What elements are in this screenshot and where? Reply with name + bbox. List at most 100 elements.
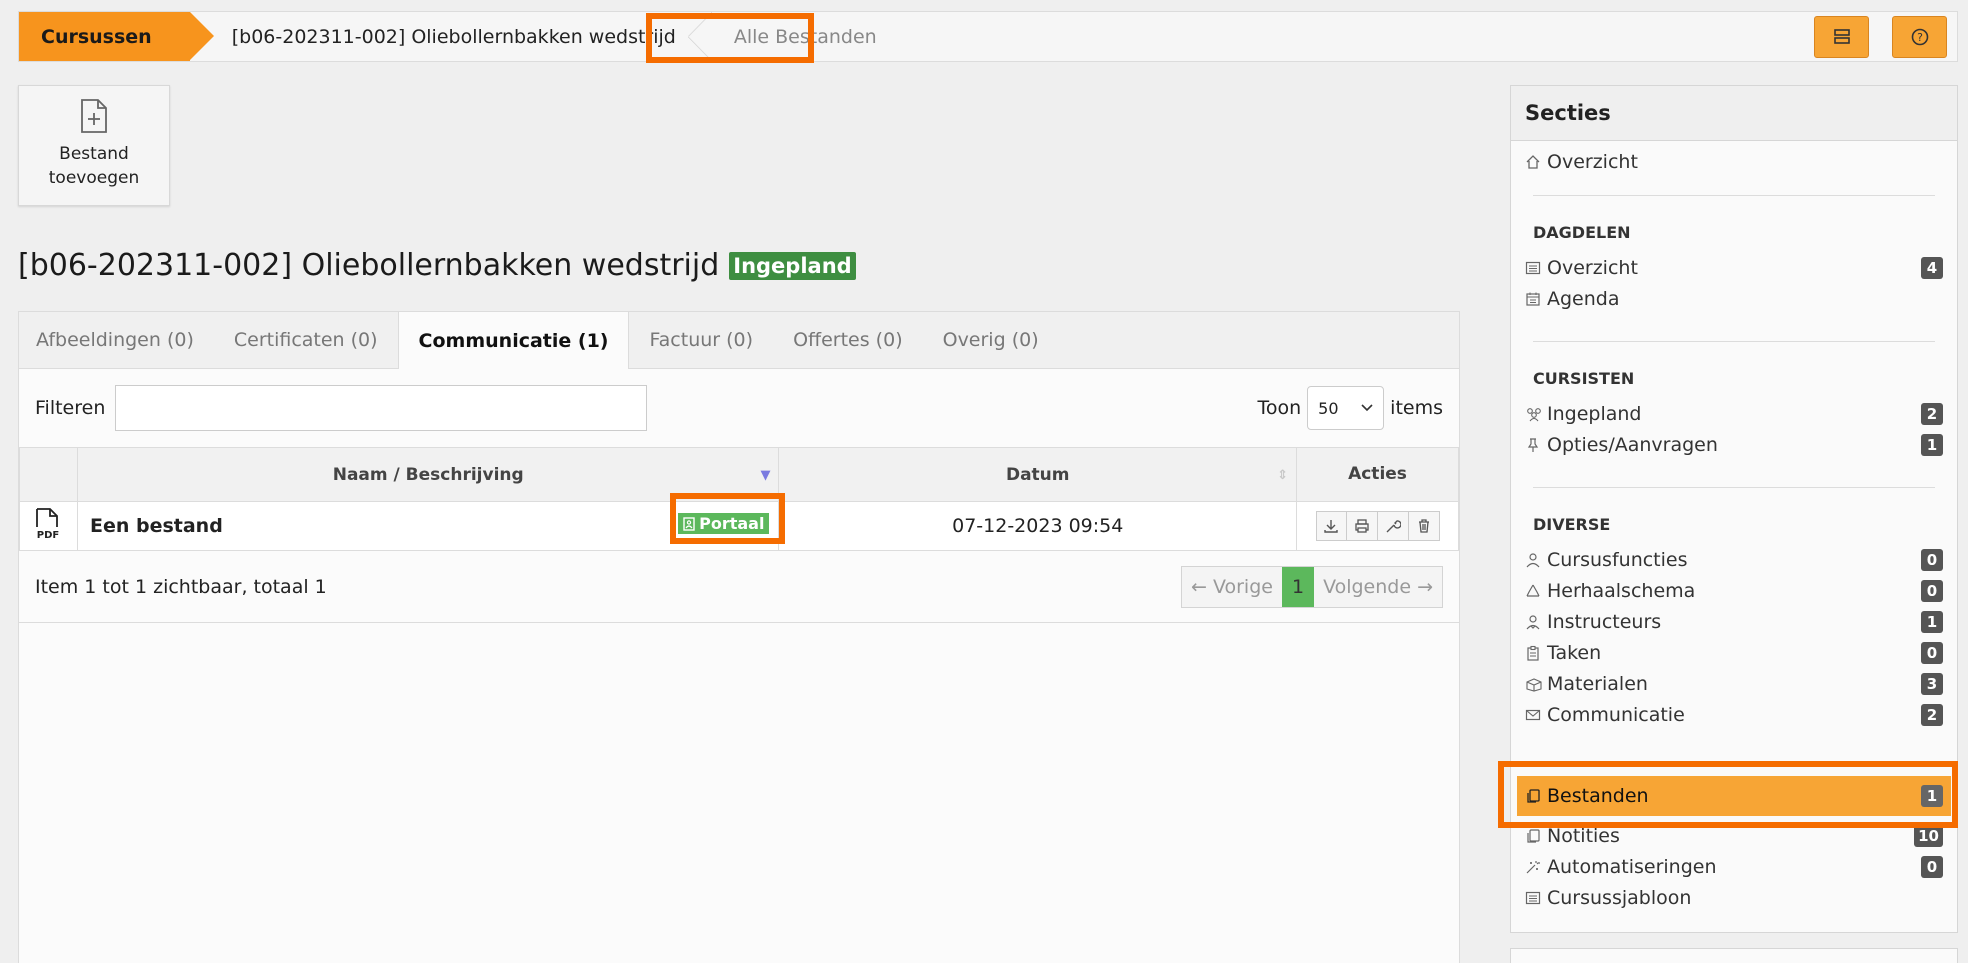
layout-icon	[1833, 29, 1850, 44]
list-icon	[1525, 260, 1547, 276]
sidebar-item-cursusfuncties[interactable]: Cursusfuncties 0	[1525, 545, 1943, 575]
breadcrumb-cursussen[interactable]: Cursussen	[19, 12, 214, 61]
file-name[interactable]: Een bestand	[90, 515, 223, 537]
tab-overig[interactable]: Overig (0)	[923, 312, 1059, 368]
count-badge: 4	[1921, 257, 1943, 279]
divider	[1533, 195, 1935, 196]
sidebar-item-label: Cursussjabloon	[1547, 887, 1692, 909]
files-table: Naam / Beschrijving ▼ Datum ⇕ Acties PDF…	[19, 447, 1459, 551]
sidebar-item-automatiseringen[interactable]: Automatiseringen 0	[1525, 852, 1943, 882]
table-footer: Item 1 tot 1 zichtbaar, totaal 1 ← Vorig…	[19, 551, 1459, 623]
tab-certificaten[interactable]: Certificaten (0)	[214, 312, 398, 368]
icon-column-header	[19, 447, 78, 502]
sidebar-item-label: Cursusfuncties	[1547, 549, 1688, 571]
portaal-badge: Portaal	[677, 512, 771, 535]
download-icon	[1324, 520, 1338, 533]
file-plus-icon	[81, 99, 107, 133]
sidebar-item-overzicht[interactable]: Overzicht	[1525, 147, 1943, 177]
tab-afbeeldingen[interactable]: Afbeeldingen (0)	[19, 312, 214, 368]
print-icon	[1354, 519, 1369, 533]
files-icon	[1525, 788, 1547, 804]
date-column-header[interactable]: Datum ⇕	[778, 447, 1298, 502]
calendar-icon	[1525, 291, 1547, 307]
page-size-select[interactable]: 50	[1307, 386, 1385, 430]
edit-button[interactable]	[1377, 511, 1409, 541]
sidebar-item-herhaalschema[interactable]: Herhaalschema 0	[1525, 576, 1943, 606]
status-badge: Ingepland	[729, 251, 856, 280]
filter-row: Filteren Toon 50 items	[19, 369, 1459, 447]
divider	[1533, 341, 1935, 342]
sidebar-item-materialen[interactable]: Materialen 3	[1525, 669, 1943, 699]
instructor-icon	[1525, 614, 1547, 630]
sidebar-item-label: Herhaalschema	[1547, 580, 1696, 602]
download-button[interactable]	[1315, 511, 1347, 541]
sidebar-item-opties-aanvragen[interactable]: Opties/Aanvragen 1	[1525, 430, 1943, 460]
sidebar-item-bestanden[interactable]: Bestanden 1	[1525, 781, 1943, 811]
pagination-summary: Item 1 tot 1 zichtbaar, totaal 1	[35, 575, 327, 598]
sidebar-item-label: Communicatie	[1547, 704, 1685, 726]
page-title: [b06-202311-002] Oliebollernbakken wedst…	[18, 248, 720, 283]
section-dagdelen: DAGDELEN	[1533, 223, 1631, 242]
next-page-button[interactable]: Volgende →	[1314, 566, 1442, 607]
sidebar-item-label: Agenda	[1547, 288, 1620, 310]
sidebar-item-label: Overzicht	[1547, 257, 1638, 279]
sidebar-item-ingepland[interactable]: Ingepland 2	[1525, 399, 1943, 429]
sidebar-item-instructeurs[interactable]: Instructeurs 1	[1525, 607, 1943, 637]
sidebar-item-label: Notities	[1547, 825, 1620, 847]
sidebar-item-label: Overzicht	[1547, 151, 1638, 173]
count-badge: 0	[1921, 580, 1943, 602]
toon-label: Toon	[1257, 397, 1302, 419]
sidebar-item-agenda[interactable]: Agenda	[1525, 284, 1943, 314]
home-icon	[1525, 154, 1547, 170]
pagination: ← Vorige 1 Volgende →	[1181, 565, 1443, 608]
file-name-cell: Een bestand Portaal	[76, 501, 780, 551]
envelope-icon	[1525, 707, 1547, 723]
sort-desc-icon: ▼	[760, 468, 771, 483]
sidebar-item-label: Opties/Aanvragen	[1547, 434, 1718, 456]
count-badge: 1	[1921, 785, 1943, 807]
sidebar-item-dagdelen-overzicht[interactable]: Overzicht 4	[1525, 253, 1943, 283]
files-panel: Afbeeldingen (0) Certificaten (0) Commun…	[18, 311, 1460, 963]
page-1-button[interactable]: 1	[1281, 566, 1315, 607]
actions-column-header: Acties	[1296, 447, 1459, 502]
person-icon	[1525, 552, 1547, 568]
sidebar-item-label: Instructeurs	[1547, 611, 1662, 633]
count-badge: 2	[1921, 403, 1943, 425]
sidebar-item-taken[interactable]: Taken 0	[1525, 638, 1943, 668]
count-badge: 2	[1921, 704, 1943, 726]
sidebar-title: Secties	[1511, 86, 1957, 141]
add-file-button[interactable]: Bestand toevoegen	[18, 85, 170, 206]
file-actions-cell	[1296, 501, 1459, 551]
portal-icon	[683, 516, 695, 531]
sort-both-icon: ⇕	[1277, 468, 1289, 483]
count-badge: 0	[1921, 642, 1943, 664]
count-badge: 10	[1914, 825, 1943, 847]
sidebar-item-label: Bestanden	[1547, 785, 1649, 807]
table-row[interactable]: PDF Een bestand Portaal 07-12-2023 09:54	[19, 501, 1459, 551]
sidebar-item-label: Materialen	[1547, 673, 1648, 695]
date-header-label: Datum	[1005, 464, 1070, 485]
tab-factuur[interactable]: Factuur (0)	[629, 312, 773, 368]
tab-communicatie[interactable]: Communicatie (1)	[397, 312, 630, 369]
file-tabs: Afbeeldingen (0) Certificaten (0) Commun…	[19, 312, 1459, 369]
delete-button[interactable]	[1408, 511, 1440, 541]
sidebar-item-label: Automatiseringen	[1547, 856, 1717, 878]
sidebar-item-label: Taken	[1547, 642, 1602, 664]
sidebar-item-cursussjabloon[interactable]: Cursussjabloon	[1525, 883, 1943, 913]
help-button[interactable]: ?	[1892, 16, 1947, 58]
name-column-header[interactable]: Naam / Beschrijving ▼	[76, 447, 780, 502]
tab-offertes[interactable]: Offertes (0)	[773, 312, 923, 368]
sidebar-next-panel	[1510, 948, 1958, 963]
trash-icon	[1418, 519, 1429, 533]
layout-toggle-button[interactable]	[1814, 16, 1869, 58]
sidebar-item-communicatie[interactable]: Communicatie 2	[1525, 700, 1943, 730]
print-button[interactable]	[1346, 511, 1378, 541]
add-file-label-2: toevoegen	[48, 168, 140, 188]
sidebar-item-notities[interactable]: Notities 10	[1525, 821, 1943, 851]
sections-sidebar: Secties Overzicht DAGDELEN Overzicht 4 A…	[1510, 85, 1958, 933]
section-cursisten: CURSISTEN	[1533, 369, 1635, 388]
filter-input[interactable]	[115, 385, 648, 431]
prev-page-button[interactable]: ← Vorige	[1182, 566, 1282, 607]
svg-text:PDF: PDF	[37, 530, 59, 541]
breadcrumb-course[interactable]: [b06-202311-002] Oliebollernbakken wedst…	[190, 12, 713, 61]
